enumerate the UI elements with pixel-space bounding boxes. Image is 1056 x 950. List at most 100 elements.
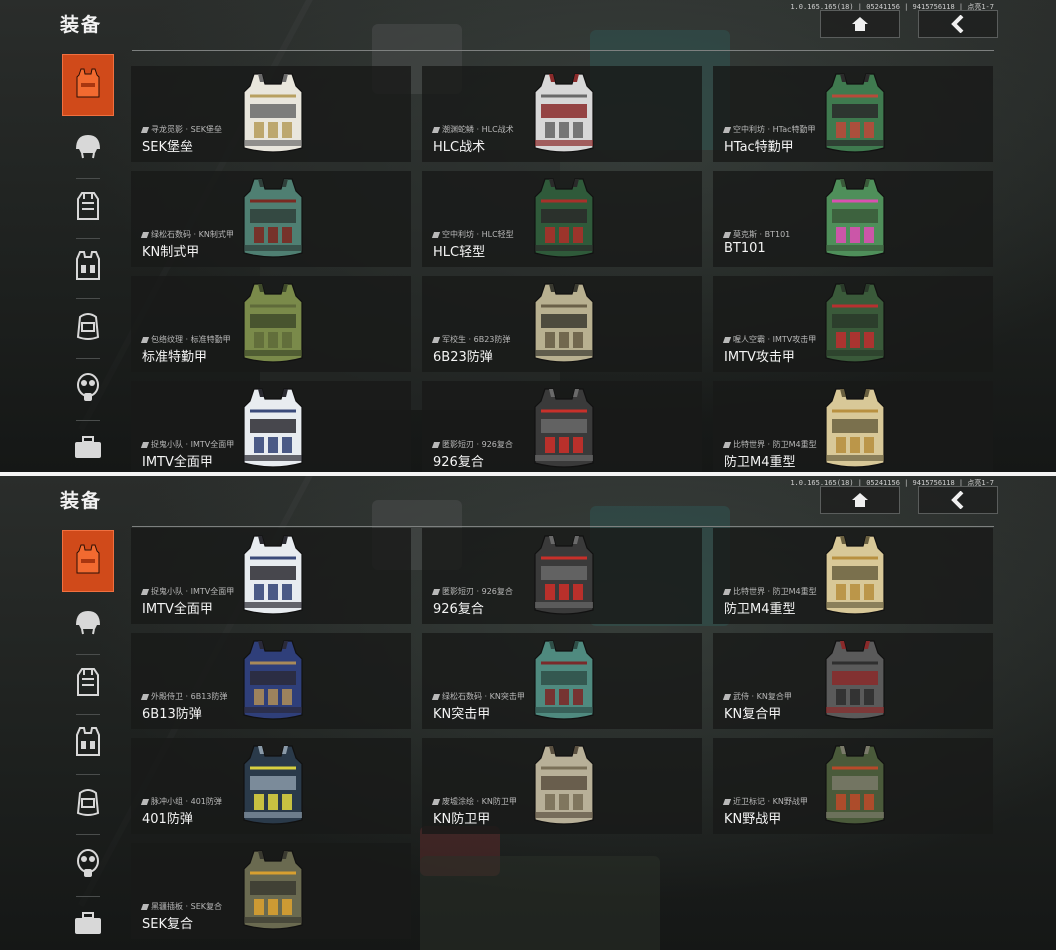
- back-arrow-icon: [951, 491, 964, 509]
- item-name: 6B23防弹: [433, 350, 493, 365]
- vest-image: [238, 175, 308, 261]
- skin-subtitle: 比特世界 · 防卫M4重型: [722, 586, 817, 597]
- equipment-card[interactable]: 潮渊蛇鳞 · HLC战术 HLC战术: [422, 66, 702, 162]
- equipment-card[interactable]: 寻龙觅影 · SEK堡垒 SEK堡垒: [131, 66, 411, 162]
- header-divider: [132, 50, 994, 51]
- sidebar-separator: [76, 774, 100, 775]
- skin-subtitle: 军校生 · 6B23防弹: [431, 334, 510, 345]
- vest-image: [820, 175, 890, 261]
- equipment-card[interactable]: 外殿侍卫 · 6B13防弹 6B13防弹: [131, 633, 411, 729]
- skin-subtitle-text: 捉鬼小队 · IMTV全面甲: [151, 440, 235, 449]
- equipment-card[interactable]: 绿松石数码 · KN制式甲 KN制式甲: [131, 171, 411, 267]
- equipment-card[interactable]: 莫克斯 · BT101 BT101: [713, 171, 993, 267]
- item-name: 401防弹: [142, 812, 193, 827]
- item-name: 标准特勤甲: [142, 350, 208, 365]
- home-button[interactable]: [820, 10, 900, 38]
- skin-subtitle-text: 匿影短刃 · 926复合: [442, 587, 513, 596]
- skin-subtitle: 捉鬼小队 · IMTV全面甲: [140, 439, 235, 450]
- sidebar-item-helmet[interactable]: [62, 600, 114, 646]
- case-icon: [72, 910, 104, 940]
- sidebar-item-bag[interactable]: [62, 304, 114, 350]
- equipment-card[interactable]: 近卫标记 · KN野战甲 KN野战甲: [713, 738, 993, 834]
- sidebar-item-backpack[interactable]: [62, 184, 114, 230]
- equipment-card[interactable]: 比特世界 · 防卫M4重型 防卫M4重型: [713, 528, 993, 624]
- item-name: HLC战术: [433, 140, 486, 155]
- equipment-card[interactable]: 绿松石数码 · KN突击甲 KN突击甲: [422, 633, 702, 729]
- sidebar-item-chest-rig[interactable]: [62, 720, 114, 766]
- item-name: IMTV全面甲: [142, 602, 213, 617]
- equipment-card[interactable]: 匿影短刃 · 926复合 926复合: [422, 381, 702, 472]
- equipment-card[interactable]: 比特世界 · 防卫M4重型 防卫M4重型: [713, 381, 993, 472]
- skin-subtitle: 喔人空霸 · IMTV攻击甲: [722, 334, 817, 345]
- skin-subtitle: 近卫标记 · KN野战甲: [722, 796, 808, 807]
- vest-image: [820, 532, 890, 618]
- sidebar-item-bag[interactable]: [62, 780, 114, 826]
- sidebar-item-helmet[interactable]: [62, 124, 114, 170]
- back-button[interactable]: [918, 10, 998, 38]
- skin-subtitle: 寻龙觅影 · SEK堡垒: [140, 124, 222, 135]
- equipment-card[interactable]: 废墟涂绘 · KN防卫甲 KN防卫甲: [422, 738, 702, 834]
- tag-icon: [722, 798, 732, 805]
- tag-icon: [140, 588, 150, 595]
- equipment-card[interactable]: 武侍 · KN复合甲 KN复合甲: [713, 633, 993, 729]
- tag-icon: [140, 441, 150, 448]
- vest-image: [238, 637, 308, 723]
- item-name: HTac特勤甲: [724, 140, 794, 155]
- equipment-card[interactable]: 空中利坊 · HLC轻型 HLC轻型: [422, 171, 702, 267]
- page-title: 装备: [60, 490, 103, 512]
- vest-image: [238, 385, 308, 471]
- sidebar-item-case[interactable]: [62, 426, 114, 472]
- back-arrow-icon: [951, 15, 964, 33]
- home-button[interactable]: [820, 486, 900, 514]
- item-name: IMTV攻击甲: [724, 350, 795, 365]
- skin-subtitle-text: 绿松石数码 · KN制式甲: [151, 230, 234, 239]
- vest-image: [529, 385, 599, 471]
- equipment-card[interactable]: 脉冲小组 · 401防弹 401防弹: [131, 738, 411, 834]
- equipment-card[interactable]: 捉鬼小队 · IMTV全面甲 IMTV全面甲: [131, 528, 411, 624]
- sidebar-item-case[interactable]: [62, 902, 114, 948]
- sidebar-separator: [76, 834, 100, 835]
- back-button[interactable]: [918, 486, 998, 514]
- skin-subtitle: 捉鬼小队 · IMTV全面甲: [140, 586, 234, 597]
- vest-image: [238, 847, 308, 933]
- vest-image: [238, 280, 308, 366]
- equipment-card[interactable]: 包络纹理 · 标准特勤甲 标准特勤甲: [131, 276, 411, 372]
- sidebar-item-vest[interactable]: [62, 530, 114, 592]
- equipment-card[interactable]: 军校生 · 6B23防弹 6B23防弹: [422, 276, 702, 372]
- skin-subtitle-text: 潮渊蛇鳞 · HLC战术: [442, 125, 514, 134]
- item-name: BT101: [724, 241, 766, 256]
- skin-subtitle-text: 喔人空霸 · IMTV攻击甲: [733, 335, 817, 344]
- equipment-card[interactable]: 捉鬼小队 · IMTV全面甲 IMTV全面甲: [131, 381, 411, 472]
- skin-subtitle: 废墟涂绘 · KN防卫甲: [431, 796, 517, 807]
- equipment-grid: 捉鬼小队 · IMTV全面甲 IMTV全面甲 匿影短刃 · 926复合 926复合 …: [131, 528, 995, 950]
- equipment-card[interactable]: 匿影短刃 · 926复合 926复合: [422, 528, 702, 624]
- sidebar-item-backpack[interactable]: [62, 660, 114, 706]
- tag-icon: [140, 126, 150, 133]
- vest-icon: [73, 67, 103, 103]
- tag-icon: [722, 336, 732, 343]
- skin-subtitle-text: 近卫标记 · KN野战甲: [733, 797, 808, 806]
- sidebar-separator: [76, 298, 100, 299]
- sidebar-separator: [76, 654, 100, 655]
- vest-icon: [73, 543, 103, 579]
- equipment-card[interactable]: 喔人空霸 · IMTV攻击甲 IMTV攻击甲: [713, 276, 993, 372]
- skin-subtitle-text: 黑疆插板 · SEK复合: [151, 902, 223, 911]
- backpack-icon: [74, 189, 102, 225]
- equipment-card[interactable]: 空中利坊 · HTac特勤甲 HTac特勤甲: [713, 66, 993, 162]
- skin-subtitle: 空中利坊 · HTac特勤甲: [722, 124, 816, 135]
- sidebar-item-vest[interactable]: [62, 54, 114, 116]
- sidebar-item-gas-mask[interactable]: [62, 366, 114, 412]
- skin-subtitle: 匿影短刃 · 926复合: [431, 439, 513, 450]
- sidebar-item-gas-mask[interactable]: [62, 842, 114, 888]
- sidebar-item-chest-rig[interactable]: [62, 244, 114, 290]
- chest-rig-icon: [73, 725, 103, 761]
- item-name: 防卫M4重型: [724, 455, 796, 470]
- vest-image: [238, 70, 308, 156]
- item-name: KN突击甲: [433, 707, 491, 722]
- vest-image: [529, 175, 599, 261]
- page-title: 装备: [60, 14, 103, 36]
- tag-icon: [431, 126, 441, 133]
- vest-image: [820, 742, 890, 828]
- equipment-card[interactable]: 黑疆插板 · SEK复合 SEK复合: [131, 843, 411, 939]
- tag-icon: [722, 588, 732, 595]
